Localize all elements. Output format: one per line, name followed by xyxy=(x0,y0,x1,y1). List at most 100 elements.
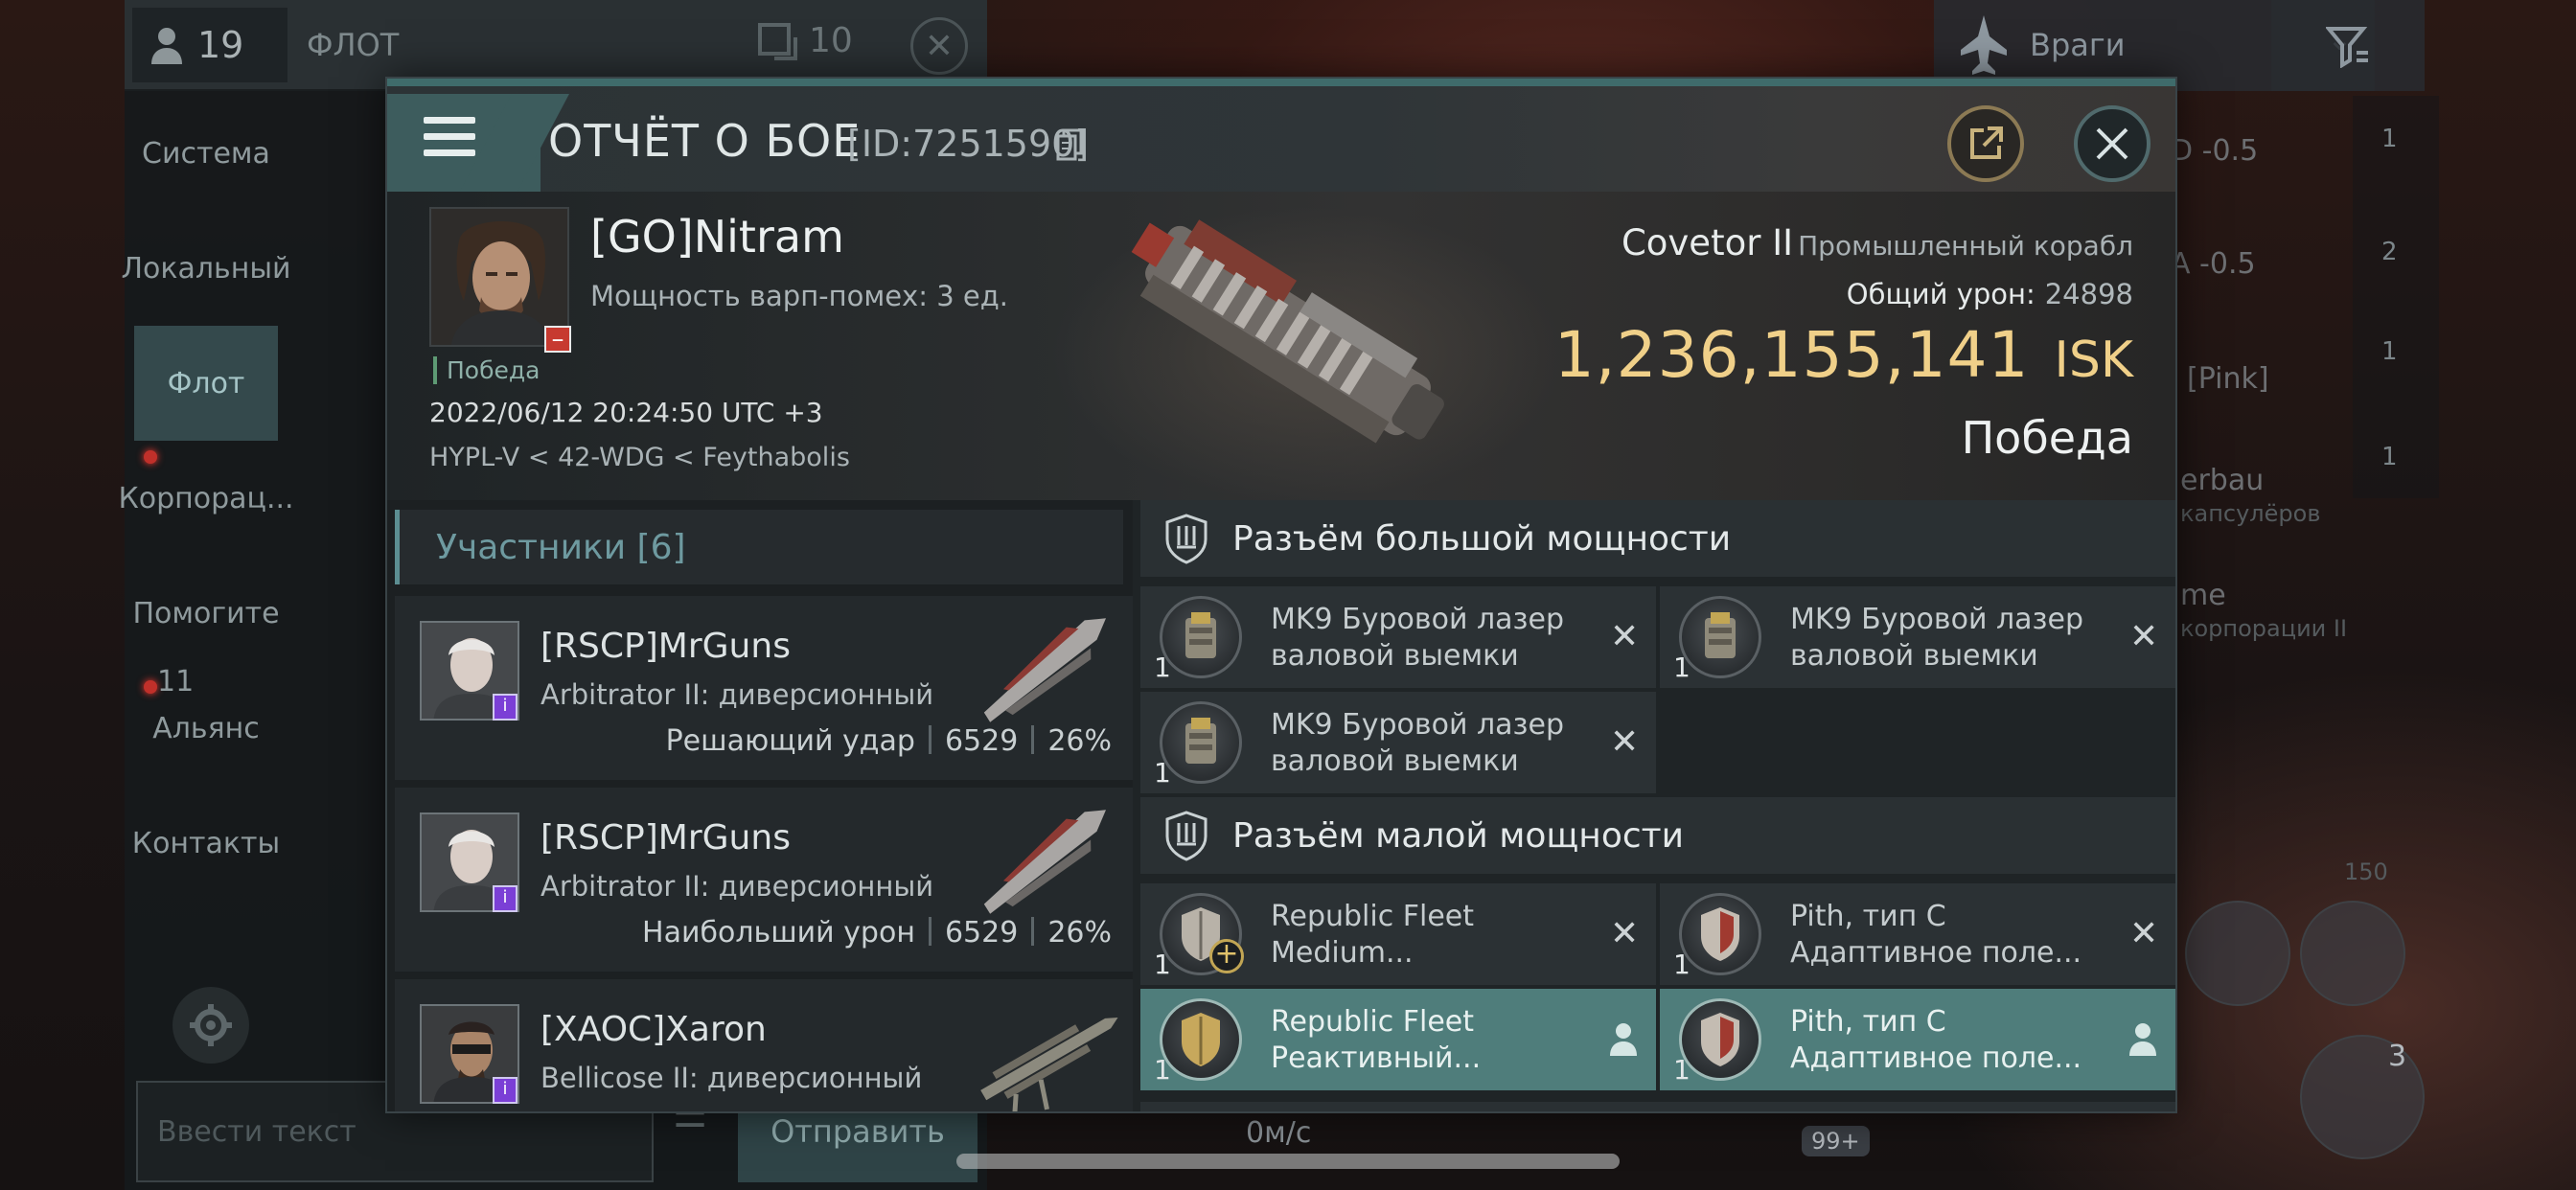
chat-close-icon[interactable]: ✕ xyxy=(910,17,968,75)
destroyed-icon: ✕ xyxy=(1610,617,1640,656)
channel-local[interactable]: Локальный xyxy=(121,211,290,326)
close-icon xyxy=(2096,127,2128,160)
home-indicator[interactable] xyxy=(956,1154,1620,1169)
chat-settings-button[interactable] xyxy=(172,987,249,1064)
module-item[interactable]: 1 MK9 Буровой лазер валовой выемки ✕ xyxy=(1140,692,1656,793)
participant-ship: Arbitrator II: диверсионный xyxy=(540,870,934,903)
module-item[interactable]: 1 Pith, тип C Адаптивное поле... xyxy=(1660,989,2175,1090)
target-count[interactable]: 1 xyxy=(2381,443,2398,471)
total-damage-label: Общий урон: xyxy=(1846,278,2036,310)
participant-damage: 6529 xyxy=(944,724,1019,758)
destroyed-icon: ✕ xyxy=(2129,617,2159,656)
chat-top-right[interactable]: 10 xyxy=(757,21,853,60)
module-name: Pith, тип C Адаптивное поле... xyxy=(1790,900,2082,970)
hamburger-icon[interactable] xyxy=(424,117,475,166)
overview-fragment: [Pink] xyxy=(2187,362,2269,396)
filter-button[interactable] xyxy=(2271,0,2425,91)
module-slot[interactable] xyxy=(2185,901,2290,1006)
total-damage-value: 24898 xyxy=(2044,278,2133,310)
low-slots-header: Разъём малой мощности xyxy=(1140,797,2175,874)
chat-window-count: 10 xyxy=(809,21,853,60)
overview-fragment: erbau xyxy=(2180,464,2265,497)
module-quantity: 1 xyxy=(1154,949,1171,980)
module-slot[interactable] xyxy=(2300,901,2405,1006)
participant-name: [RSCP]MrGuns xyxy=(540,818,791,858)
module-slot-badge: 3 xyxy=(2388,1040,2407,1073)
victim-summary: – Победа [GO]Nitram Мощность варп-помех:… xyxy=(387,192,2175,500)
participants-header[interactable]: Участники [6] xyxy=(395,510,1123,584)
module-item[interactable]: 1 MK9 Буровой лазер валовой выемки ✕ xyxy=(1140,586,1656,688)
module-name: Republic Fleet Medium... xyxy=(1271,900,1475,970)
dialog-header: ОТЧЁТ О БОЕ [ID:7251590] xyxy=(387,86,2175,192)
channel-corp[interactable]: Корпорац... xyxy=(118,441,294,556)
module-quantity: 1 xyxy=(1673,652,1690,683)
participant-security-badge: i xyxy=(493,694,518,721)
low-slot-icon xyxy=(1165,811,1208,861)
copy-icon[interactable] xyxy=(1056,128,1083,161)
close-button[interactable] xyxy=(2074,105,2150,182)
participants-panel: Участники [6] i [RSCP]MrGuns Arbitrator … xyxy=(387,500,1133,1111)
participant-ship: Bellicose II: диверсионный xyxy=(540,1062,923,1094)
dropped-person-icon xyxy=(1610,1023,1637,1056)
participant-role: Наибольший урон xyxy=(642,916,915,950)
overview-fragment: капсулёров xyxy=(2180,500,2321,527)
alliance-unread-count: 11 xyxy=(157,665,195,698)
target-count[interactable]: 1 xyxy=(2381,337,2398,366)
channel-system[interactable]: Система xyxy=(125,96,288,211)
channel-help[interactable]: Помогите xyxy=(125,556,288,671)
target-count[interactable]: 2 xyxy=(2381,238,2398,266)
participant-ship: Arbitrator II: диверсионный xyxy=(540,678,934,711)
participant-damage-percent: 26% xyxy=(1047,724,1112,758)
chat-channel-title: ФЛОТ xyxy=(307,27,400,63)
mining-laser-icon xyxy=(1679,596,1761,678)
high-slots-label: Разъём большой мощности xyxy=(1232,518,1732,559)
channel-contacts[interactable]: Контакты xyxy=(125,786,288,901)
module-quantity: 1 xyxy=(1154,652,1171,683)
module-item[interactable]: 1 Republic Fleet Реактивный... xyxy=(1140,989,1656,1090)
mining-laser-icon xyxy=(1160,596,1242,678)
module-name: MK9 Буровой лазер валовой выемки xyxy=(1271,708,1564,778)
module-item[interactable]: 1 Pith, тип C Адаптивное поле... ✕ xyxy=(1660,883,2175,985)
module-quantity: 1 xyxy=(1154,1054,1171,1086)
participant-row[interactable]: i [XAOC]Xaron Bellicose II: диверсионный xyxy=(395,979,1133,1111)
participant-stats: Решающий удар 6529 26% xyxy=(666,724,1112,758)
gear-icon xyxy=(190,1004,232,1046)
participant-name: [RSCP]MrGuns xyxy=(540,627,791,666)
share-button[interactable] xyxy=(1947,105,2024,182)
notification-dot xyxy=(144,680,157,694)
participant-ship-image xyxy=(983,810,1107,914)
destroyed-icon: ✕ xyxy=(1610,722,1640,762)
overview-filter-label: Враги xyxy=(2030,27,2126,63)
channel-label: Корпорац... xyxy=(118,481,294,515)
channel-list: Система Локальный Флот Корпорац... Помог… xyxy=(118,96,294,901)
status-minus-badge: – xyxy=(544,326,571,353)
module-quantity: 1 xyxy=(1673,1054,1690,1086)
shield-hardener-icon xyxy=(1679,998,1761,1081)
next-slot-header-partial xyxy=(1140,1102,2175,1111)
battle-location-route[interactable]: HYPL-V < 42-WDG < Feythabolis xyxy=(429,443,850,472)
participant-row[interactable]: i [RSCP]MrGuns Arbitrator II: диверсионн… xyxy=(395,596,1133,780)
module-quantity: 1 xyxy=(1673,949,1690,980)
notification-badge: 99+ xyxy=(1802,1126,1870,1156)
module-item[interactable]: 1 MK9 Буровой лазер валовой выемки ✕ xyxy=(1660,586,2175,688)
channel-alliance[interactable]: 11 Альянс xyxy=(125,665,288,786)
mining-laser-icon xyxy=(1160,701,1242,784)
ship-silhouette-icon xyxy=(1961,15,2007,75)
participant-damage-percent: 26% xyxy=(1047,916,1112,950)
target-count[interactable]: 1 xyxy=(2381,125,2398,153)
overview-fragment: me xyxy=(2180,579,2226,612)
chat-member-count[interactable]: 19 xyxy=(132,8,288,82)
participant-row[interactable]: i [RSCP]MrGuns Arbitrator II: диверсионн… xyxy=(395,788,1133,972)
victim-ship-image[interactable] xyxy=(1096,201,1480,460)
module-item[interactable]: + 1 Republic Fleet Medium... ✕ xyxy=(1140,883,1656,985)
report-id: [ID:7251590] xyxy=(847,123,1090,165)
channel-fleet[interactable]: Флот xyxy=(134,326,278,441)
battle-report-dialog: ОТЧЁТ О БОЕ [ID:7251590] – Победа [GO]Ni… xyxy=(385,77,2177,1113)
isk-value: 1,236,155,141 xyxy=(1553,318,2030,392)
participant-damage: 6529 xyxy=(944,916,1019,950)
warp-jammer-strength: Мощность варп-помех: 3 ед. xyxy=(590,280,1008,312)
chat-member-count-value: 19 xyxy=(197,24,244,66)
module-name: Republic Fleet Реактивный... xyxy=(1271,1005,1482,1075)
victim-name[interactable]: [GO]Nitram xyxy=(590,211,844,263)
victim-ship-name-row[interactable]: Covetor II Промышленный корабл xyxy=(1622,222,2133,263)
